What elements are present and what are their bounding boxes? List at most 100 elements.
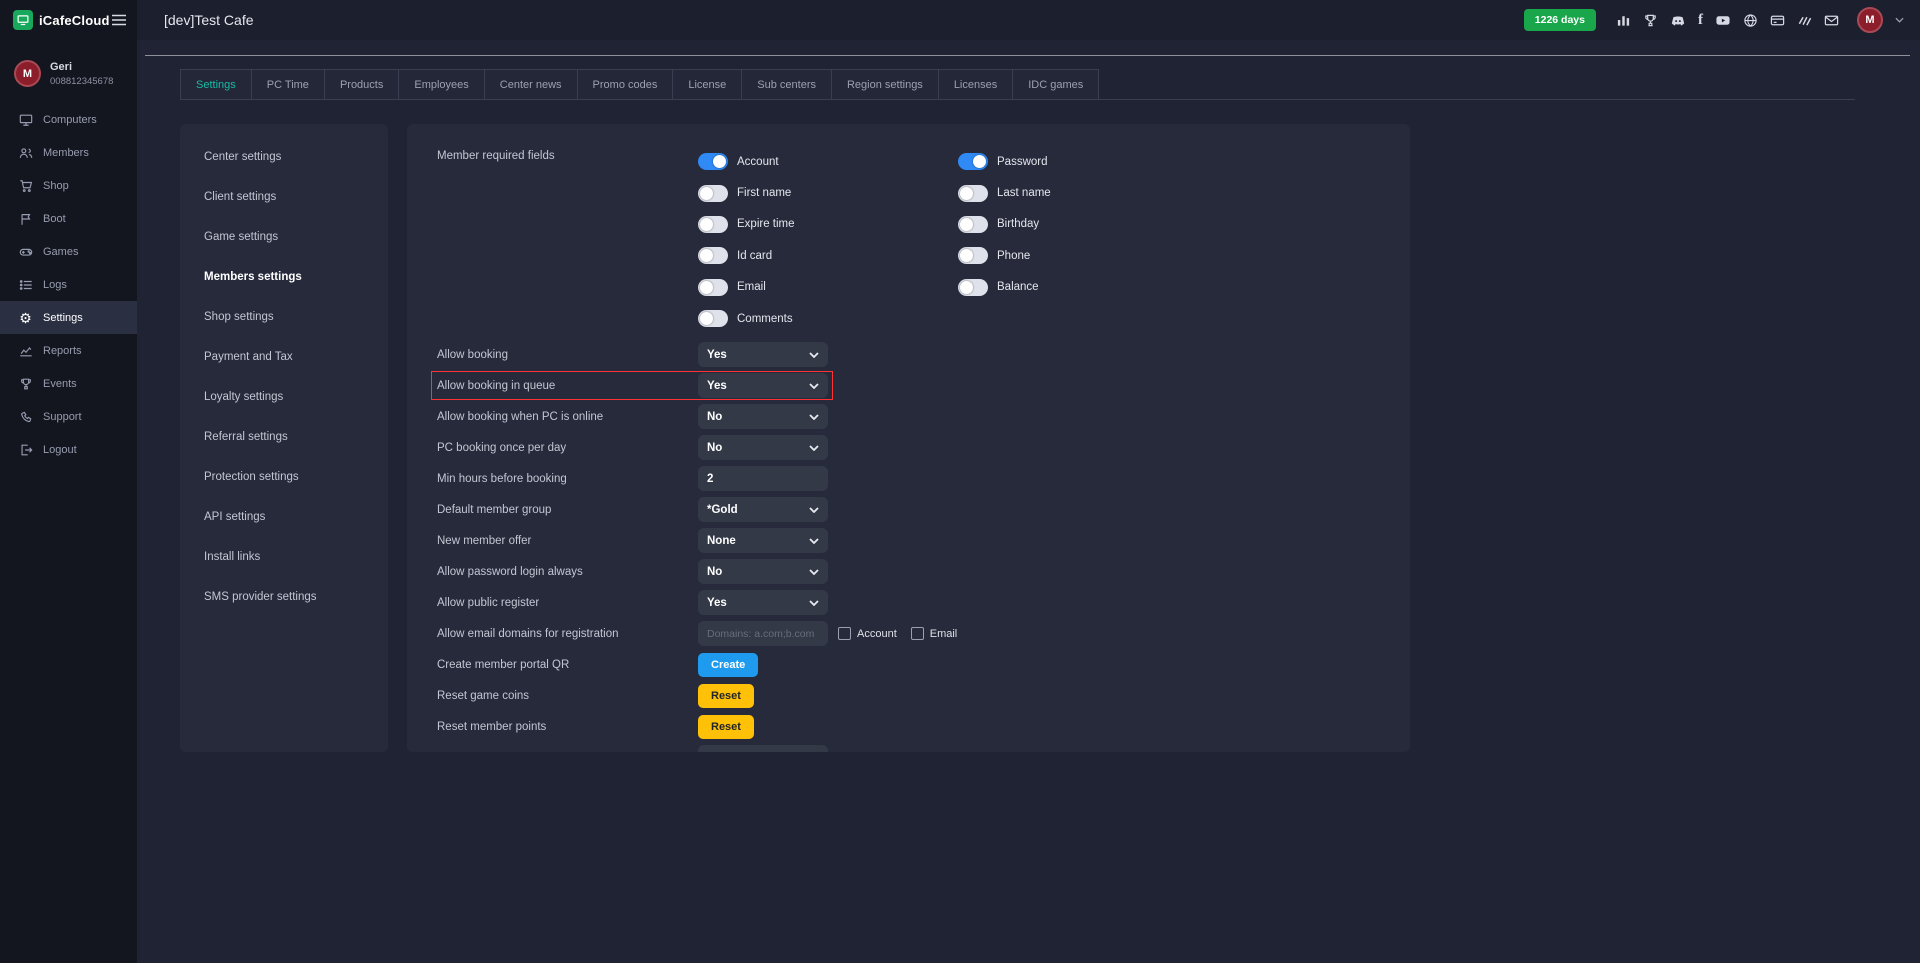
- tab-sub-centers[interactable]: Sub centers: [742, 70, 832, 99]
- email-checkbox[interactable]: [911, 627, 924, 640]
- nav-item-shop-settings[interactable]: Shop settings: [204, 311, 364, 323]
- sidebar-item-settings[interactable]: ⚙ Settings: [0, 301, 137, 334]
- sidebar-item-logs[interactable]: Logs: [0, 268, 137, 301]
- toggle-password[interactable]: Password: [958, 146, 1218, 177]
- toggle-balance[interactable]: Balance: [958, 272, 1218, 303]
- tab-pc-time[interactable]: PC Time: [252, 70, 325, 99]
- toggle-switch[interactable]: [958, 247, 988, 264]
- toggle-comments[interactable]: Comments: [698, 303, 958, 334]
- sidebar-item-computers[interactable]: Computers: [0, 103, 137, 136]
- user-info[interactable]: M Geri 008812345678: [0, 54, 137, 103]
- default-member-group-select[interactable]: *Gold: [698, 497, 828, 522]
- toggle-switch[interactable]: [698, 310, 728, 327]
- mail-icon[interactable]: [1824, 13, 1839, 28]
- tab-idc-games[interactable]: IDC games: [1013, 70, 1098, 99]
- toggle-switch[interactable]: [698, 247, 728, 264]
- toggle-switch[interactable]: [958, 185, 988, 202]
- toggle-label: Birthday: [997, 218, 1039, 230]
- sidebar-item-label: Boot: [43, 213, 66, 225]
- tab-licenses[interactable]: Licenses: [939, 70, 1013, 99]
- nav-item-center-settings[interactable]: Center settings: [204, 151, 364, 163]
- nav-item-members-settings[interactable]: Members settings: [204, 271, 364, 283]
- nav-item-payment-and-tax[interactable]: Payment and Tax: [204, 351, 364, 363]
- toggle-expire-time[interactable]: Expire time: [698, 209, 958, 240]
- toggle-id-card[interactable]: Id card: [698, 240, 958, 271]
- nav-item-referral-settings[interactable]: Referral settings: [204, 431, 364, 443]
- sidebar-item-label: Games: [43, 246, 78, 258]
- allow-booking-in-queue-select[interactable]: Yes: [698, 373, 828, 398]
- cafe-title: [dev]Test Cafe: [164, 12, 254, 28]
- gear-icon: ⚙: [18, 311, 33, 325]
- globe-icon[interactable]: [1743, 13, 1758, 28]
- sidebar-item-shop[interactable]: Shop: [0, 169, 137, 202]
- toggle-label: Comments: [737, 313, 793, 325]
- toggle-email[interactable]: Email: [698, 272, 958, 303]
- avatar[interactable]: M: [1857, 7, 1883, 33]
- allow-password-login-select[interactable]: No: [698, 559, 828, 584]
- facebook-icon[interactable]: f: [1698, 13, 1703, 28]
- allow-booking-pc-online-select[interactable]: No: [698, 404, 828, 429]
- sidebar-item-reports[interactable]: Reports: [0, 334, 137, 367]
- toggle-switch[interactable]: [698, 279, 728, 296]
- toggle-switch[interactable]: [698, 153, 728, 170]
- nav-item-api-settings[interactable]: API settings: [204, 511, 364, 523]
- new-member-offer-select[interactable]: None: [698, 528, 828, 553]
- min-hours-input[interactable]: [698, 466, 828, 491]
- sidebar-item-games[interactable]: Games: [0, 235, 137, 268]
- tab-settings[interactable]: Settings: [181, 70, 252, 99]
- create-button[interactable]: Create: [698, 653, 758, 677]
- row-reset-member-points: Reset member points Reset: [437, 711, 1380, 742]
- tab-license[interactable]: License: [673, 70, 742, 99]
- toggle-switch[interactable]: [958, 216, 988, 233]
- pc-booking-once-per-day-select[interactable]: No: [698, 435, 828, 460]
- reset-game-coins-button[interactable]: Reset: [698, 684, 754, 708]
- nav-item-client-settings[interactable]: Client settings: [204, 191, 364, 203]
- sidebar-item-boot[interactable]: Boot: [0, 202, 137, 235]
- allow-booking-select[interactable]: Yes: [698, 342, 828, 367]
- toggle-switch[interactable]: [698, 185, 728, 202]
- nav-item-game-settings[interactable]: Game settings: [204, 231, 364, 243]
- discord-icon[interactable]: [1670, 13, 1686, 28]
- sidebar-item-members[interactable]: Members: [0, 136, 137, 169]
- cropped-select[interactable]: Yes: [698, 745, 828, 752]
- tab-promo-codes[interactable]: Promo codes: [578, 70, 674, 99]
- toggle-phone[interactable]: Phone: [958, 240, 1218, 271]
- main-content: Settings PC Time Products Employees Cent…: [137, 40, 1920, 963]
- toggle-first-name[interactable]: First name: [698, 177, 958, 208]
- youtube-icon[interactable]: [1715, 13, 1731, 28]
- sidebar-item-label: Settings: [43, 312, 83, 324]
- sidebar-item-logout[interactable]: Logout: [0, 433, 137, 466]
- tab-center-news[interactable]: Center news: [485, 70, 578, 99]
- billing-icon[interactable]: [1770, 13, 1785, 28]
- nav-item-install-links[interactable]: Install links: [204, 551, 364, 563]
- nav-item-sms-provider-settings[interactable]: SMS provider settings: [204, 591, 364, 603]
- chevron-down-icon[interactable]: [1895, 17, 1904, 23]
- tab-region-settings[interactable]: Region settings: [832, 70, 939, 99]
- tab-products[interactable]: Products: [325, 70, 399, 99]
- menu-icon[interactable]: [111, 14, 127, 26]
- row-create-member-portal-qr: Create member portal QR Create: [437, 649, 1380, 680]
- trophy-icon[interactable]: [1643, 13, 1658, 28]
- stats-icon[interactable]: [1616, 13, 1631, 28]
- row-label: Allow booking: [437, 349, 698, 361]
- toggle-switch[interactable]: [958, 279, 988, 296]
- toggle-account[interactable]: Account: [698, 146, 958, 177]
- days-badge[interactable]: 1226 days: [1524, 9, 1596, 31]
- toggle-last-name[interactable]: Last name: [958, 177, 1218, 208]
- reset-member-points-button[interactable]: Reset: [698, 715, 754, 739]
- sidebar-item-label: Logout: [43, 444, 77, 456]
- reviews-icon[interactable]: [1797, 13, 1812, 28]
- toggle-switch[interactable]: [958, 153, 988, 170]
- account-checkbox[interactable]: [838, 627, 851, 640]
- tab-employees[interactable]: Employees: [399, 70, 484, 99]
- sidebar-item-support[interactable]: Support: [0, 400, 137, 433]
- select-value: None: [707, 535, 736, 547]
- toggle-switch[interactable]: [698, 216, 728, 233]
- toggle-birthday[interactable]: Birthday: [958, 209, 1218, 240]
- email-domains-input[interactable]: [698, 621, 828, 646]
- sidebar-item-events[interactable]: Events: [0, 367, 137, 400]
- allow-public-register-select[interactable]: Yes: [698, 590, 828, 615]
- nav-item-loyalty-settings[interactable]: Loyalty settings: [204, 391, 364, 403]
- logo[interactable]: iCafeCloud: [13, 10, 111, 30]
- nav-item-protection-settings[interactable]: Protection settings: [204, 471, 364, 483]
